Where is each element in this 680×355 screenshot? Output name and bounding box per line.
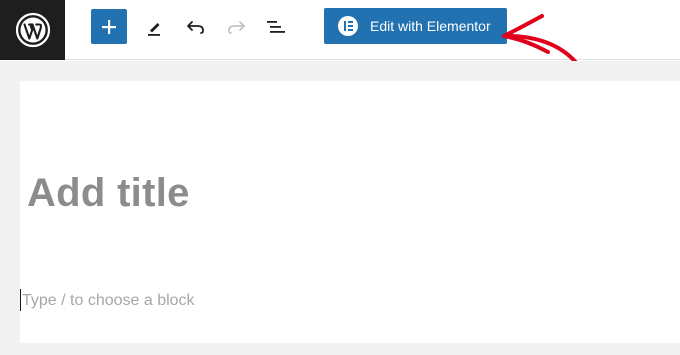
redo-icon [228, 21, 245, 34]
redo-button[interactable] [218, 10, 254, 44]
editor-toolbar: Edit with Elementor [65, 0, 680, 60]
editor-page: Add title Type / to choose a block [20, 81, 680, 343]
pencil-icon [148, 23, 160, 36]
elementor-icon [338, 16, 358, 36]
edit-with-elementor-button[interactable]: Edit with Elementor [324, 8, 507, 44]
post-title-input[interactable]: Add title [27, 171, 190, 216]
list-view-button[interactable] [258, 10, 294, 44]
add-block-button[interactable] [91, 9, 127, 44]
edit-with-elementor-label: Edit with Elementor [370, 18, 491, 34]
editor-canvas: Add title Type / to choose a block [0, 61, 680, 355]
wordpress-logo-button[interactable] [0, 0, 65, 60]
block-appender[interactable]: Type / to choose a block [22, 292, 195, 310]
undo-icon [187, 21, 204, 34]
wordpress-logo-icon [15, 12, 50, 48]
plus-icon [102, 19, 116, 34]
tools-button[interactable] [137, 10, 173, 44]
list-view-icon [267, 21, 285, 33]
undo-button[interactable] [178, 10, 214, 44]
text-caret [20, 289, 21, 311]
